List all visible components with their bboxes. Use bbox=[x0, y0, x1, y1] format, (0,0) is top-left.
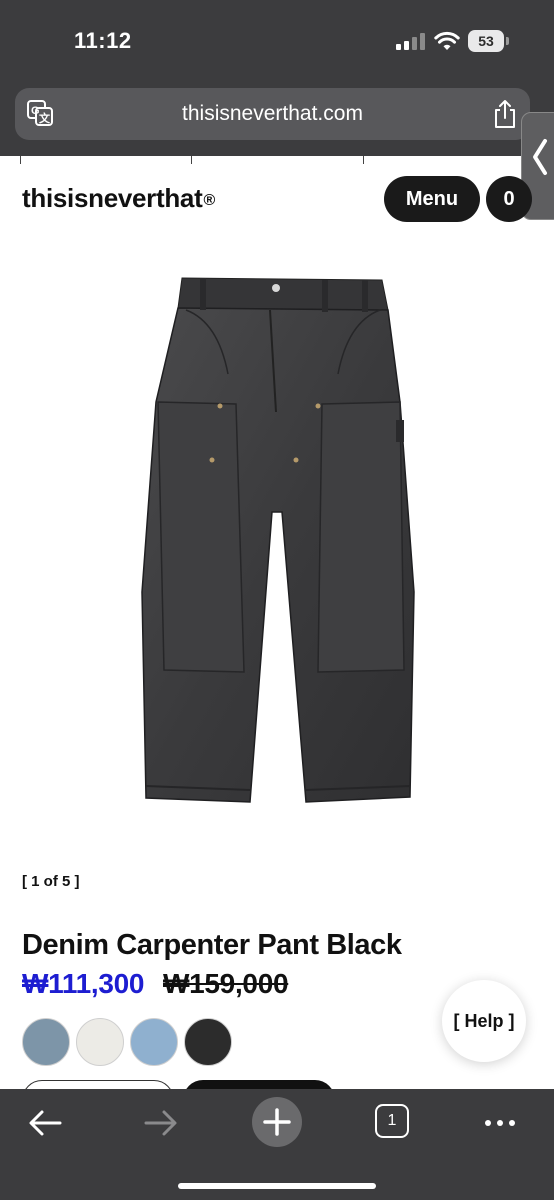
back-arrow-icon[interactable] bbox=[24, 1103, 68, 1143]
page-top-dividers bbox=[0, 156, 554, 166]
registered-mark: ® bbox=[203, 192, 215, 209]
cart-button[interactable]: 0 bbox=[486, 176, 532, 222]
tabs-button[interactable]: 1 bbox=[375, 1104, 409, 1138]
forward-arrow-icon[interactable] bbox=[138, 1103, 182, 1143]
status-time: 11:12 bbox=[74, 28, 132, 53]
plus-icon bbox=[263, 1108, 291, 1136]
swatch-black[interactable] bbox=[184, 1018, 232, 1066]
more-options-icon[interactable] bbox=[478, 1103, 522, 1143]
brand-logo[interactable]: thisisneverthat® bbox=[22, 183, 215, 214]
new-tab-button[interactable] bbox=[252, 1097, 302, 1147]
home-indicator bbox=[178, 1183, 376, 1189]
image-counter: [ 1 of 5 ] bbox=[22, 873, 80, 890]
product-image[interactable] bbox=[100, 262, 454, 822]
address-bar[interactable]: G 文 thisisneverthat.com bbox=[15, 88, 530, 140]
wifi-icon bbox=[434, 31, 460, 50]
battery-indicator: 53 bbox=[468, 30, 504, 52]
product-title: Denim Carpenter Pant Black bbox=[22, 929, 402, 961]
swatch-light-blue[interactable] bbox=[22, 1018, 70, 1066]
original-price: ₩159,000 bbox=[163, 968, 289, 999]
help-button[interactable]: [ Help ] bbox=[442, 980, 526, 1062]
share-icon[interactable] bbox=[492, 99, 518, 129]
url-text[interactable]: thisisneverthat.com bbox=[15, 102, 530, 126]
battery-tip bbox=[506, 37, 509, 45]
menu-button[interactable]: Menu bbox=[384, 176, 480, 222]
swatch-white[interactable] bbox=[76, 1018, 124, 1066]
cellular-signal-icon bbox=[396, 32, 426, 50]
sale-price: ₩111,300 bbox=[22, 968, 145, 999]
swatch-sky-blue[interactable] bbox=[130, 1018, 178, 1066]
brand-name: thisisneverthat bbox=[22, 183, 203, 213]
browser-chrome-top: 11:12 53 G 文 thisisneverthat.com bbox=[0, 0, 554, 156]
